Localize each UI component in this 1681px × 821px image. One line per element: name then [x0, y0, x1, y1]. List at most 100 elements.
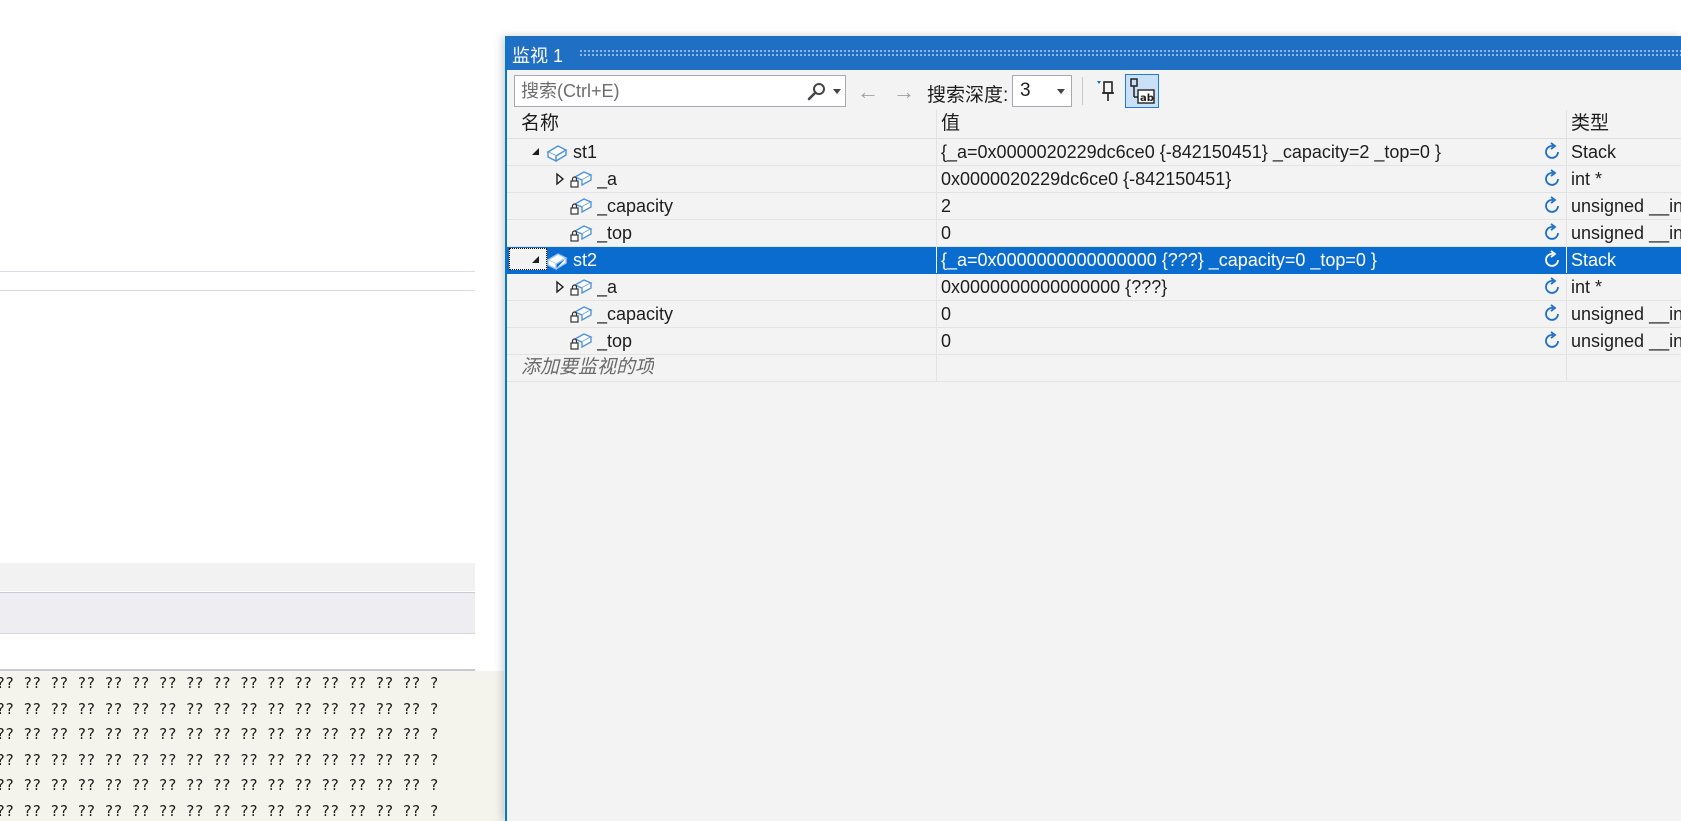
column-separator — [1566, 301, 1567, 327]
column-header-name[interactable]: 名称 — [521, 110, 559, 138]
column-separator — [936, 139, 937, 165]
expand-triangle-icon[interactable] — [553, 274, 567, 300]
row-name: _a — [597, 277, 618, 297]
refresh-icon[interactable] — [1542, 196, 1562, 216]
watch-row[interactable]: _a 0x0000020229dc6ce0 {-842150451} int * — [507, 166, 1681, 193]
row-name: _capacity — [597, 304, 674, 324]
refresh-icon[interactable] — [1542, 331, 1562, 351]
watch-window: 监视 1 ← → 搜索深度: 3 ab 名称 — [505, 36, 1681, 821]
refresh-icon[interactable] — [1542, 277, 1562, 297]
row-type: int * — [1571, 277, 1603, 297]
add-watch-prompt[interactable]: 添加要监视的项 — [521, 355, 654, 381]
search-icon[interactable] — [807, 82, 827, 102]
column-header-value[interactable]: 值 — [941, 110, 960, 138]
watch-row[interactable]: _capacity 0 unsigned __int — [507, 301, 1681, 328]
row-value[interactable]: 0 — [941, 301, 1531, 327]
row-name: _top — [597, 331, 633, 351]
watch-row-selected[interactable]: st2 {_a=0x0000000000000000 {???} _capaci… — [507, 247, 1681, 274]
refresh-icon[interactable] — [1542, 142, 1562, 162]
column-separator — [1566, 247, 1567, 273]
svg-text:ab: ab — [1140, 93, 1154, 104]
column-separator[interactable] — [936, 110, 937, 138]
background-panel-band — [0, 563, 475, 591]
watch-row[interactable]: _capacity 2 unsigned __int — [507, 193, 1681, 220]
memory-row: ?? ?? ?? ?? ?? ?? ?? ?? ?? ?? ?? ?? ?? ?… — [0, 750, 439, 769]
row-type: unsigned __int — [1571, 223, 1681, 243]
column-separator — [1566, 166, 1567, 192]
column-separator — [936, 355, 937, 381]
row-value[interactable]: {_a=0x0000020229dc6ce0 {-842150451} _cap… — [941, 139, 1531, 165]
watch-grid: 名称 值 类型 st1 {_a=0x0000020229dc6ce0 {-842… — [507, 110, 1681, 382]
background-divider — [0, 290, 475, 291]
column-separator — [936, 301, 937, 327]
search-depth-select[interactable]: 3 — [1012, 75, 1072, 107]
private-field-icon — [570, 279, 593, 296]
column-separator — [936, 247, 937, 273]
chevron-down-icon[interactable] — [833, 89, 841, 94]
toolbar-separator — [1082, 77, 1083, 105]
row-type: unsigned __int — [1571, 304, 1681, 324]
hex-display-icon: ab — [1130, 78, 1155, 104]
background-header-strip — [0, 642, 475, 671]
grid-header: 名称 值 类型 — [507, 110, 1681, 139]
column-separator — [936, 193, 937, 219]
memory-row: ?? ?? ?? ?? ?? ?? ?? ?? ?? ?? ?? ?? ?? ?… — [0, 801, 439, 820]
row-type: Stack — [1571, 142, 1617, 162]
memory-view: ?? ?? ?? ?? ?? ?? ?? ?? ?? ?? ?? ?? ?? ?… — [0, 671, 504, 821]
column-separator[interactable] — [1566, 110, 1567, 138]
watch-row[interactable]: _top 0 unsigned __int — [507, 328, 1681, 355]
row-type: unsigned __int — [1571, 196, 1681, 216]
search-input[interactable] — [515, 76, 811, 106]
column-separator — [1566, 139, 1567, 165]
watch-row[interactable]: _a 0x0000000000000000 {???} int * — [507, 274, 1681, 301]
collapse-triangle-icon[interactable] — [529, 247, 543, 273]
private-field-icon — [570, 225, 593, 242]
private-field-icon — [570, 171, 593, 188]
forward-arrow-icon[interactable]: → — [893, 79, 915, 105]
row-name: _a — [597, 169, 618, 189]
refresh-icon[interactable] — [1542, 169, 1562, 189]
column-separator — [936, 328, 937, 354]
object-icon — [546, 253, 568, 271]
column-separator — [1566, 193, 1567, 219]
watch-row[interactable]: _top 0 unsigned __int — [507, 220, 1681, 247]
window-title: 监视 1 — [512, 46, 564, 66]
search-box[interactable] — [514, 75, 846, 107]
expand-triangle-icon[interactable] — [553, 166, 567, 192]
chevron-down-icon[interactable] — [1057, 89, 1065, 94]
memory-row: ?? ?? ?? ?? ?? ?? ?? ?? ?? ?? ?? ?? ?? ?… — [0, 725, 439, 743]
refresh-icon[interactable] — [1542, 304, 1562, 324]
private-field-icon — [570, 333, 593, 350]
row-name: st2 — [573, 250, 598, 270]
row-type: Stack — [1571, 250, 1617, 270]
hex-display-toggle[interactable]: ab — [1125, 74, 1159, 108]
row-value[interactable]: 0 — [941, 328, 1531, 354]
background-divider — [0, 271, 475, 272]
column-separator — [936, 166, 937, 192]
memory-row: ?? ?? ?? ?? ?? ?? ?? ?? ?? ?? ?? ?? ?? ?… — [0, 776, 439, 794]
column-separator — [936, 274, 937, 300]
memory-row: ?? ?? ?? ?? ?? ?? ?? ?? ?? ?? ?? ?? ?? ?… — [0, 699, 439, 718]
row-value[interactable]: 0x0000000000000000 {???} — [941, 274, 1531, 300]
refresh-icon[interactable] — [1542, 250, 1562, 270]
row-value[interactable]: {_a=0x0000000000000000 {???} _capacity=0… — [941, 247, 1531, 273]
row-type: int * — [1571, 169, 1603, 189]
column-header-type[interactable]: 类型 — [1571, 110, 1609, 138]
row-name: _capacity — [597, 196, 674, 216]
add-watch-row[interactable]: 添加要监视的项 — [507, 355, 1681, 382]
memory-row: ?? ?? ?? ?? ?? ?? ?? ?? ?? ?? ?? ?? ?? ?… — [0, 674, 439, 692]
pin-icon[interactable] — [1092, 75, 1122, 107]
row-type: unsigned __int — [1571, 331, 1681, 351]
watch-row[interactable]: st1 {_a=0x0000020229dc6ce0 {-842150451} … — [507, 139, 1681, 166]
row-name: st1 — [573, 142, 598, 162]
back-arrow-icon[interactable]: ← — [857, 79, 879, 105]
collapse-triangle-icon[interactable] — [529, 139, 543, 165]
row-value[interactable]: 2 — [941, 193, 1531, 219]
column-separator — [1566, 274, 1567, 300]
titlebar-grip[interactable] — [579, 49, 1681, 57]
watch-titlebar[interactable]: 监视 1 — [507, 36, 1681, 70]
refresh-icon[interactable] — [1542, 223, 1562, 243]
search-depth-value: 3 — [1020, 80, 1031, 101]
row-value[interactable]: 0x0000020229dc6ce0 {-842150451} — [941, 166, 1531, 192]
row-value[interactable]: 0 — [941, 220, 1531, 246]
